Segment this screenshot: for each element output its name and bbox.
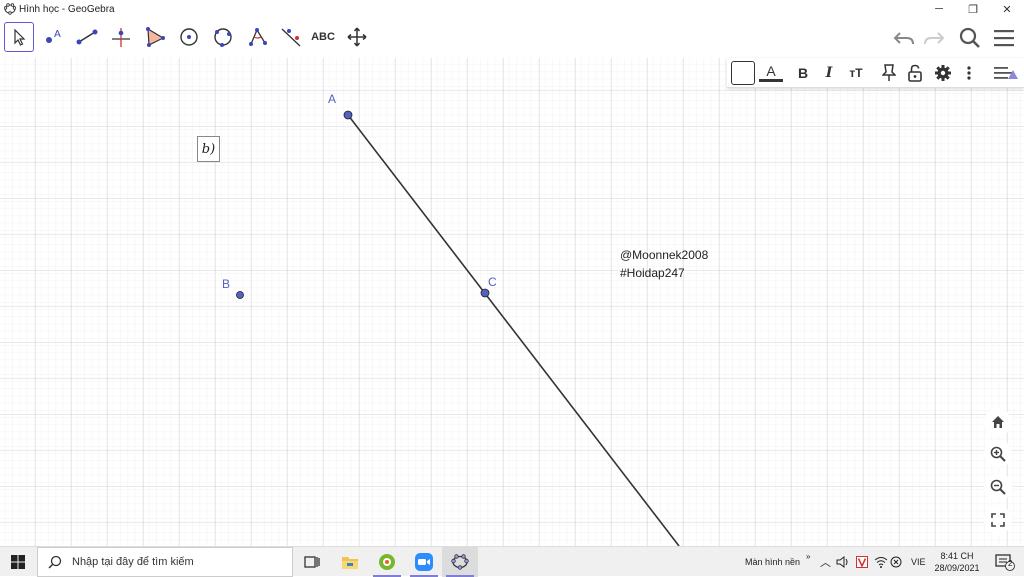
geogebra-toolbar: A ABC	[0, 18, 1024, 58]
text-tool[interactable]: ABC	[306, 22, 340, 52]
geogebra-taskbar-icon[interactable]	[442, 547, 478, 577]
point-tool[interactable]: A	[38, 22, 68, 52]
segment-tool[interactable]	[72, 22, 102, 52]
close-icon[interactable]: ✕	[990, 0, 1024, 18]
pointer-arrow-icon	[14, 28, 26, 46]
redo-icon[interactable]	[920, 24, 948, 52]
windows-start-icon[interactable]	[0, 547, 36, 577]
toolbar-right-actions	[884, 18, 1024, 58]
language-indicator[interactable]: VIE	[911, 547, 926, 577]
volume-icon[interactable]	[836, 547, 850, 577]
window-title: Hình học - GeoGebra	[19, 3, 115, 15]
wifi-icon[interactable]	[874, 547, 888, 577]
zoom-app-icon[interactable]	[406, 547, 442, 577]
point-icon: A	[46, 29, 61, 43]
graphics-grid	[0, 58, 1024, 546]
windows-taskbar: Nhập tại đây để tìm kiếm Màn hình nền » …	[0, 546, 1024, 577]
reflect-tool[interactable]	[276, 22, 306, 52]
perpendicular-line-tool[interactable]	[106, 22, 136, 52]
notification-icon[interactable]: 2	[990, 547, 1020, 577]
point-a-label: A	[328, 92, 337, 106]
clock-time: 8:41 CH	[940, 551, 974, 561]
desktop-toolbar-label[interactable]: Màn hình nền	[745, 547, 800, 577]
geogebra-logo-icon	[2, 1, 18, 17]
circle-three-points-tool[interactable]	[208, 22, 238, 52]
menu-icon[interactable]	[990, 24, 1018, 52]
close-circle-icon[interactable]	[890, 547, 902, 577]
point-c[interactable]	[480, 288, 490, 298]
undo-icon[interactable]	[890, 24, 918, 52]
text-size-button[interactable]: тT	[843, 60, 869, 86]
watermark-line-1: @Moonnek2008	[620, 248, 709, 262]
search-icon	[48, 555, 62, 569]
lock-icon[interactable]	[903, 60, 927, 86]
point-b-label: B	[222, 277, 231, 291]
taskbar-search-placeholder: Nhập tại đây để tìm kiếm	[72, 556, 194, 568]
reflect-icon	[281, 28, 301, 47]
text-box-b[interactable]: b)	[197, 136, 220, 162]
vietkey-icon[interactable]	[856, 547, 868, 577]
zoom-out-icon[interactable]	[984, 473, 1012, 501]
taskbar-search-input[interactable]: Nhập tại đây để tìm kiếm	[37, 547, 293, 577]
svg-text:A: A	[54, 29, 61, 40]
move-graphics-view-tool[interactable]	[342, 22, 372, 52]
style-bar-toggle-icon[interactable]	[991, 60, 1021, 86]
show-hidden-icons-icon[interactable]: ︿	[820, 547, 831, 577]
clock[interactable]: 8:41 CH 28/09/2021	[934, 547, 980, 577]
text-color-button[interactable]: A	[759, 62, 783, 82]
gear-icon[interactable]	[931, 60, 955, 86]
graphics-view[interactable]	[0, 58, 1024, 546]
angle-tool[interactable]	[242, 22, 272, 52]
move-arrows-icon	[347, 27, 367, 47]
move-tool[interactable]	[4, 22, 34, 52]
angle-icon	[249, 28, 267, 46]
background-color-swatch[interactable]	[731, 61, 755, 85]
task-view-icon[interactable]	[294, 547, 330, 577]
more-vertical-icon[interactable]	[959, 60, 979, 86]
watermark-text: @Moonnek2008 #Hoidap247	[620, 246, 708, 282]
home-icon[interactable]	[984, 408, 1012, 436]
window-titlebar: Hình học - GeoGebra ─ ❐ ✕	[0, 0, 1024, 18]
notification-count: 2	[1008, 559, 1013, 568]
polygon-tool[interactable]	[140, 22, 170, 52]
clock-date: 28/09/2021	[934, 563, 980, 573]
segment-icon	[76, 29, 98, 45]
circle-three-points-icon	[214, 28, 232, 47]
polygon-icon	[146, 27, 165, 47]
zoom-in-icon[interactable]	[984, 440, 1012, 468]
file-explorer-icon[interactable]	[332, 547, 368, 577]
watermark-line-2: #Hoidap247	[620, 266, 685, 280]
point-a[interactable]	[343, 110, 353, 120]
italic-button[interactable]: I	[817, 60, 841, 86]
circle-center-point-tool[interactable]	[174, 22, 204, 52]
bold-button[interactable]: B	[791, 60, 815, 86]
restore-icon[interactable]: ❐	[956, 0, 990, 18]
point-b[interactable]	[236, 291, 244, 299]
perpendicular-icon	[112, 28, 130, 47]
coc-coc-browser-icon[interactable]	[369, 547, 405, 577]
toolbar-expand-chevron-icon[interactable]: »	[806, 541, 810, 571]
fullscreen-icon[interactable]	[984, 506, 1012, 534]
search-icon[interactable]	[956, 24, 984, 52]
style-bar: A B I тT	[727, 58, 1024, 88]
point-c-label: C	[488, 275, 497, 289]
minimize-icon[interactable]: ─	[922, 0, 956, 18]
circle-center-icon	[180, 28, 198, 46]
pin-icon[interactable]	[877, 60, 901, 86]
